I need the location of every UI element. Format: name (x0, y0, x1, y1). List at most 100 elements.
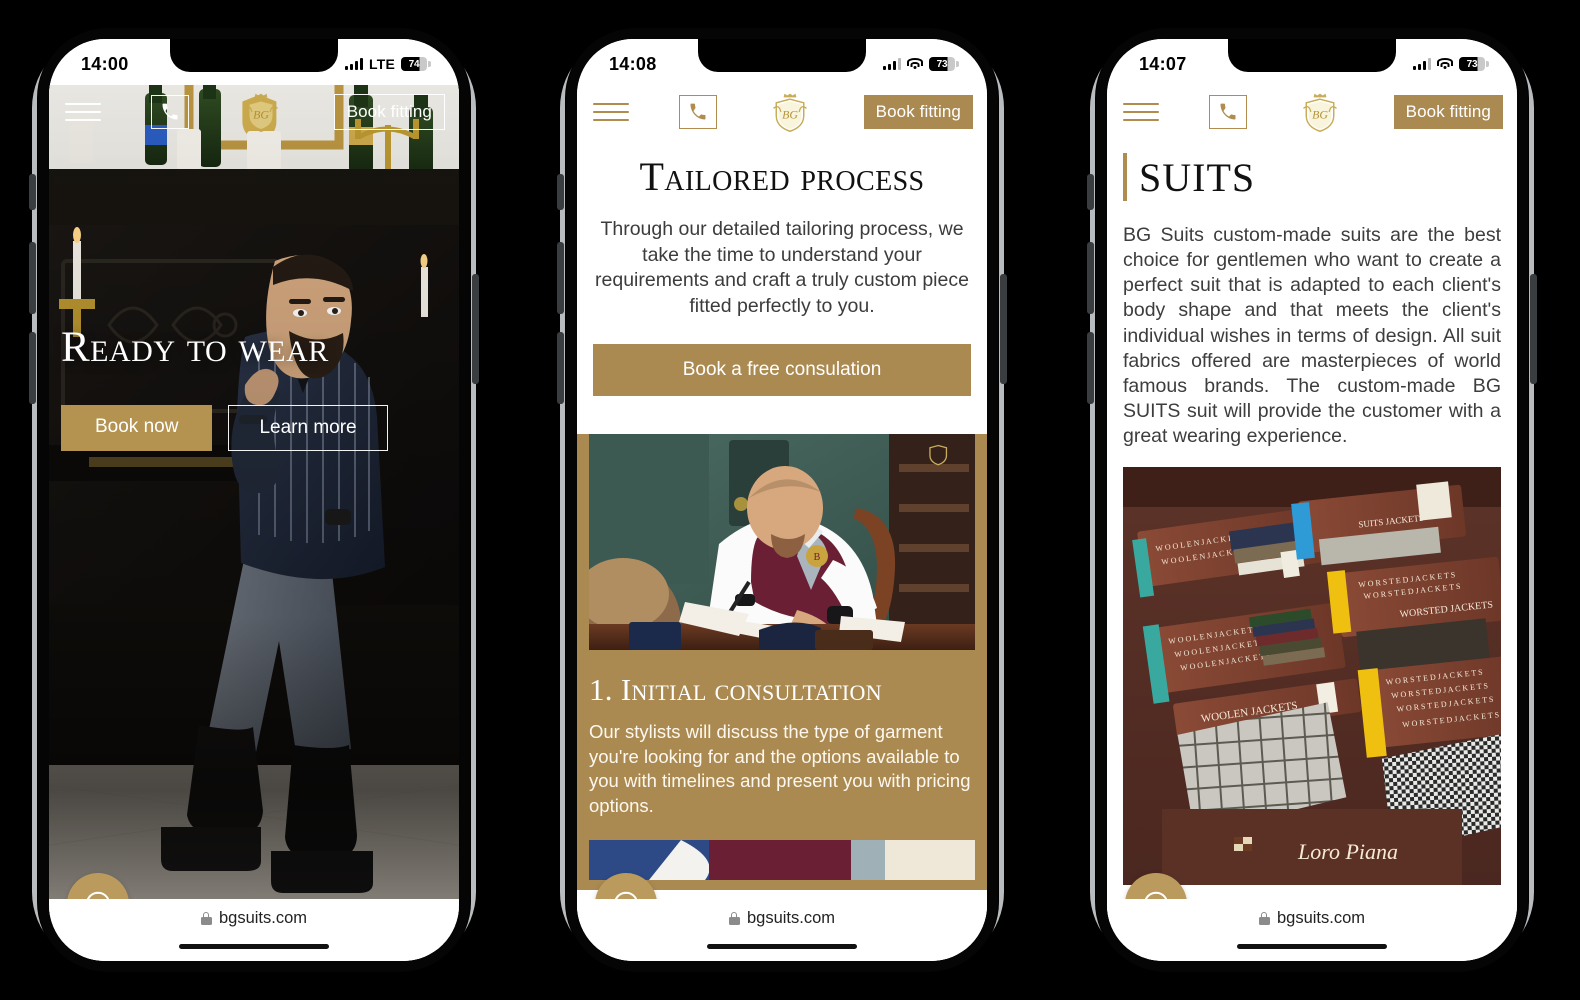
status-indicators: LTE 74 (344, 56, 431, 72)
fabric-swatches-image: W O O L E N J A C K E T S W O O L E N J … (1123, 467, 1501, 886)
url-row[interactable]: bgsuits.com (1258, 909, 1366, 928)
volume-down-button[interactable] (557, 332, 564, 404)
home-indicator[interactable] (179, 944, 329, 949)
lock-icon (728, 912, 740, 925)
home-indicator[interactable] (1237, 944, 1387, 949)
call-button[interactable] (1209, 95, 1248, 129)
svg-text:Loro Piana: Loro Piana (1297, 839, 1398, 864)
suits-title: SUITS (1139, 154, 1256, 200)
wifi-icon (1437, 58, 1453, 70)
url-text: bgsuits.com (1276, 909, 1366, 927)
battery-icon: 74 (401, 57, 431, 71)
menu-icon[interactable] (593, 103, 629, 121)
battery-tip (428, 61, 431, 67)
status-time: 14:07 (1139, 53, 1187, 74)
volume-down-button[interactable] (29, 332, 36, 404)
battery-level: 73 (1459, 57, 1485, 71)
consultation-image: B (589, 433, 975, 650)
url-text: bgsuits.com (746, 909, 836, 927)
volume-up-button[interactable] (557, 242, 564, 314)
process-step-heading: 1. Initial consultation (589, 671, 882, 707)
svg-text:B: B (814, 552, 821, 563)
phone-screen-2: 14:08 73 BG Book fitting Tailored proces… (577, 39, 987, 961)
lock-icon (1258, 912, 1270, 925)
screenshot-stage: 14:00 LTE 74 BG Book fitting Ready to we… (0, 0, 1580, 1000)
lock-icon (200, 912, 212, 925)
power-button[interactable] (472, 274, 479, 384)
process-step-body: Our stylists will discuss the type of ga… (589, 720, 971, 816)
book-consultation-button[interactable]: Book a free consulation (593, 343, 971, 396)
page-content-3: BG Book fitting SUITS BG Suits custom-ma… (1107, 85, 1517, 961)
hero-title: Ready to wear (61, 324, 329, 371)
call-button[interactable] (150, 95, 189, 129)
phone-icon (1220, 103, 1236, 120)
bg-crest-logo[interactable]: BG (767, 90, 813, 134)
silent-switch[interactable] (29, 174, 36, 210)
process-step-section: B 1. Initial consultation Our stylists w… (577, 433, 987, 891)
url-row[interactable]: bgsuits.com (200, 909, 308, 928)
url-text: bgsuits.com (218, 909, 308, 927)
url-row[interactable]: bgsuits.com (728, 909, 836, 928)
page-content-1: BG Book fitting Ready to wear Book now L… (49, 85, 459, 961)
phone-device-3: 14:07 73 BG Book fitting SUITS BG Suits … (1086, 24, 1538, 976)
home-indicator[interactable] (707, 944, 857, 949)
book-fitting-button[interactable]: Book fitting (863, 95, 973, 129)
browser-url-bar-1[interactable]: bgsuits.com (49, 899, 459, 961)
device-notch (170, 39, 338, 72)
battery-tip (956, 61, 959, 67)
hero-actions: Book now Learn more (61, 405, 388, 451)
book-fitting-button[interactable]: Book fitting (333, 94, 445, 130)
volume-down-button[interactable] (1087, 332, 1094, 404)
book-now-button[interactable]: Book now (61, 405, 213, 451)
cellular-signal-icon (344, 58, 363, 70)
phone-screen-3: 14:07 73 BG Book fitting SUITS BG Suits … (1107, 39, 1517, 961)
device-notch (698, 39, 866, 72)
power-button[interactable] (1000, 274, 1007, 384)
status-time: 14:08 (609, 53, 657, 74)
suits-section: SUITS BG Suits custom-made suits are the… (1107, 139, 1517, 886)
browser-url-bar-2[interactable]: bgsuits.com (577, 899, 987, 961)
phone-icon (162, 103, 178, 120)
phone-device-2: 14:08 73 BG Book fitting Tailored proces… (556, 24, 1008, 976)
phone-icon (690, 103, 706, 120)
hero-section: BG Book fitting Ready to wear Book now L… (49, 85, 459, 961)
svg-text:BG: BG (783, 107, 799, 121)
book-fitting-button[interactable]: Book fitting (1393, 95, 1503, 129)
svg-text:BG: BG (253, 107, 269, 121)
bg-crest-logo[interactable]: BG (238, 90, 284, 134)
phone-screen-1: 14:00 LTE 74 BG Book fitting Ready to we… (49, 39, 459, 961)
battery-level: 73 (929, 57, 955, 71)
suits-heading-wrap: SUITS (1123, 153, 1501, 201)
power-button[interactable] (1530, 274, 1537, 384)
battery-level: 74 (401, 57, 427, 71)
bg-crest-logo[interactable]: BG (1297, 90, 1343, 134)
next-step-image-peek (589, 840, 975, 881)
battery-icon: 73 (929, 57, 959, 71)
svg-text:BG: BG (1313, 107, 1329, 121)
volume-up-button[interactable] (29, 242, 36, 314)
browser-url-bar-3[interactable]: bgsuits.com (1107, 899, 1517, 961)
site-header-2: BG Book fitting (577, 85, 987, 139)
learn-more-button[interactable]: Learn more (228, 405, 388, 451)
page-content-2: BG Book fitting Tailored process Through… (577, 85, 987, 961)
menu-icon[interactable] (1123, 103, 1159, 121)
hero-image (49, 85, 459, 945)
suits-body: BG Suits custom-made suits are the best … (1123, 224, 1501, 448)
call-button[interactable] (679, 95, 718, 129)
tailored-process-section: Tailored process Through our detailed ta… (577, 139, 987, 422)
status-indicators: 73 (1413, 57, 1489, 71)
accent-rule (1123, 153, 1127, 201)
network-type-label: LTE (368, 56, 395, 72)
menu-icon[interactable] (65, 103, 101, 121)
site-header-3: BG Book fitting (1107, 85, 1517, 139)
battery-tip (1486, 61, 1489, 67)
cellular-signal-icon (1413, 58, 1431, 70)
battery-icon: 73 (1459, 57, 1489, 71)
cellular-signal-icon (883, 58, 901, 70)
section-title: Tailored process (639, 154, 925, 199)
wifi-icon (907, 58, 923, 70)
silent-switch[interactable] (557, 174, 564, 210)
volume-up-button[interactable] (1087, 242, 1094, 314)
phone-device-1: 14:00 LTE 74 BG Book fitting Ready to we… (28, 24, 480, 976)
silent-switch[interactable] (1087, 174, 1094, 210)
